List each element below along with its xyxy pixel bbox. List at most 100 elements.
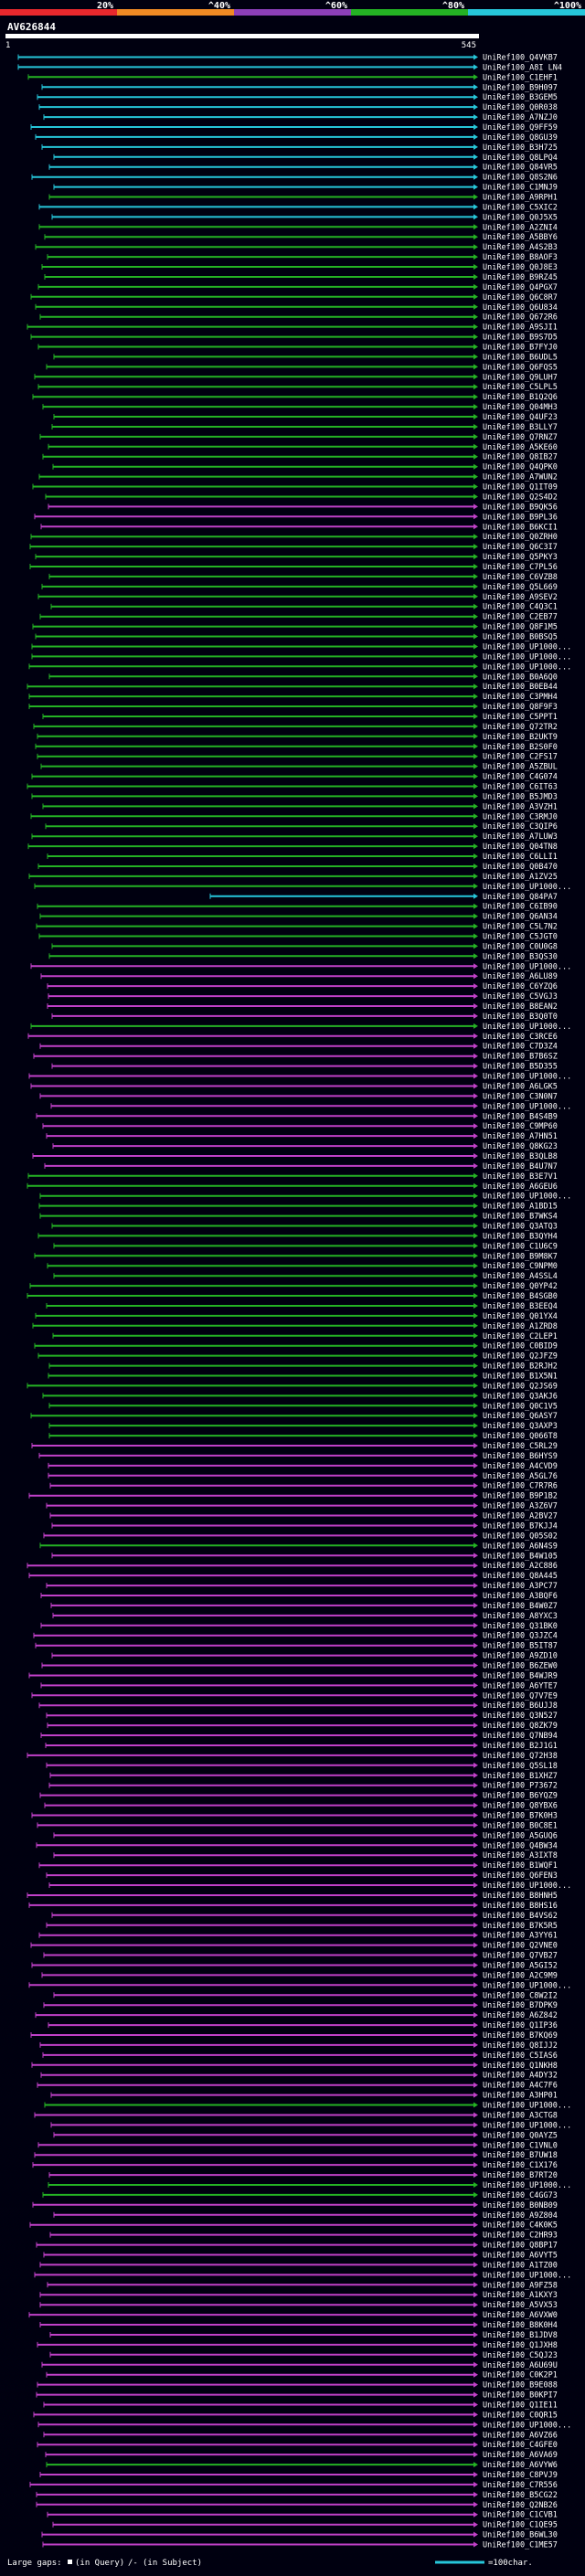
- hit-label[interactable]: UniRef100_Q0C1V5: [483, 1402, 558, 1411]
- hit-label[interactable]: UniRef100_A6VZ66: [483, 2431, 558, 2440]
- hit-label[interactable]: UniRef100_B2J1G1: [483, 1742, 558, 1751]
- hit-label[interactable]: UniRef100_A7HN51: [483, 1132, 558, 1141]
- hit-label[interactable]: UniRef100_Q8YBX6: [483, 1802, 558, 1811]
- hit-label[interactable]: UniRef100_C1MNJ9: [483, 184, 558, 193]
- hit-label[interactable]: UniRef100_C4Q3C1: [483, 603, 558, 612]
- hit-label[interactable]: UniRef100_B0EB44: [483, 683, 558, 692]
- hit-label[interactable]: UniRef100_C2EB77: [483, 613, 558, 622]
- hit-label[interactable]: UniRef100_A7WUN2: [483, 473, 558, 482]
- hit-label[interactable]: UniRef100_C1VNL0: [483, 2141, 558, 2150]
- hit-label[interactable]: UniRef100_Q9LUH7: [483, 373, 558, 382]
- hit-label[interactable]: UniRef100_A1BD15: [483, 1203, 558, 1212]
- hit-label[interactable]: UniRef100_B7RT20: [483, 2171, 558, 2180]
- hit-label[interactable]: UniRef100_A6VYT5: [483, 2252, 558, 2261]
- hit-label[interactable]: UniRef100_Q04TN8: [483, 843, 558, 852]
- hit-label[interactable]: UniRef100_A8I LN4: [483, 63, 562, 72]
- hit-label[interactable]: UniRef100_Q7V7E9: [483, 1691, 558, 1701]
- hit-label[interactable]: UniRef100_UP1000...: [483, 652, 571, 662]
- hit-label[interactable]: UniRef100_A5GL76: [483, 1472, 558, 1481]
- hit-label[interactable]: UniRef100_Q2JFZ9: [483, 1352, 558, 1362]
- hit-label[interactable]: UniRef100_C6IT63: [483, 783, 558, 792]
- hit-label[interactable]: UniRef100_B3Q0T0: [483, 1012, 558, 1022]
- hit-label[interactable]: UniRef100_B5IT87: [483, 1642, 558, 1651]
- hit-label[interactable]: UniRef100_C4GFE0: [483, 2441, 558, 2450]
- hit-label[interactable]: UniRef100_B1JDV8: [483, 2331, 558, 2340]
- hit-label[interactable]: UniRef100_Q3AKJ6: [483, 1392, 558, 1401]
- hit-label[interactable]: UniRef100_B4W105: [483, 1552, 558, 1561]
- hit-label[interactable]: UniRef100_Q4BW34: [483, 1841, 558, 1850]
- hit-label[interactable]: UniRef100_A4CVD9: [483, 1462, 558, 1471]
- hit-label[interactable]: UniRef100_B7KJJ4: [483, 1522, 558, 1532]
- hit-label[interactable]: UniRef100_A6N4S9: [483, 1542, 558, 1551]
- hit-label[interactable]: UniRef100_C0K2P1: [483, 2371, 558, 2380]
- hit-label[interactable]: UniRef100_Q3JZC4: [483, 1632, 558, 1641]
- hit-label[interactable]: UniRef100_Q8F9F3: [483, 703, 558, 712]
- hit-label[interactable]: UniRef100_Q672R6: [483, 313, 558, 323]
- hit-label[interactable]: UniRef100_Q8F1M5: [483, 623, 558, 632]
- hit-label[interactable]: UniRef100_A2ZNI4: [483, 223, 558, 232]
- hit-label[interactable]: UniRef100_B4S4B9: [483, 1112, 558, 1121]
- hit-label[interactable]: UniRef100_B3E7V1: [483, 1172, 558, 1182]
- hit-label[interactable]: UniRef100_Q8BP17: [483, 2242, 558, 2251]
- hit-label[interactable]: UniRef100_Q8S2N6: [483, 174, 558, 183]
- hit-label[interactable]: UniRef100_C5RL29: [483, 1442, 558, 1451]
- hit-label[interactable]: UniRef100_Q0AYZ5: [483, 2131, 558, 2140]
- hit-label[interactable]: UniRef100_A5VX53: [483, 2301, 558, 2310]
- hit-label[interactable]: UniRef100_Q0YP42: [483, 1282, 558, 1291]
- hit-label[interactable]: UniRef100_B7K0H3: [483, 1812, 558, 1821]
- hit-label[interactable]: UniRef100_Q0J5X5: [483, 213, 558, 222]
- hit-label[interactable]: UniRef100_Q4PGX7: [483, 283, 558, 292]
- hit-label[interactable]: UniRef100_Q1NKH8: [483, 2062, 558, 2071]
- hit-label[interactable]: UniRef100_B0KPI7: [483, 2391, 558, 2401]
- hit-label[interactable]: UniRef100_Q01YX4: [483, 1312, 558, 1321]
- hit-label[interactable]: UniRef100_A3BQF6: [483, 1592, 558, 1601]
- hit-label[interactable]: UniRef100_C5JGT0: [483, 933, 558, 942]
- hit-label[interactable]: UniRef100_A3PC77: [483, 1582, 558, 1591]
- hit-label[interactable]: UniRef100_B9P1B2: [483, 1492, 558, 1501]
- hit-label[interactable]: UniRef100_C6YZQ6: [483, 982, 558, 991]
- hit-label[interactable]: UniRef100_B0BSQ5: [483, 633, 558, 642]
- hit-label[interactable]: UniRef100_A9ZD10: [483, 1652, 558, 1661]
- hit-label[interactable]: UniRef100_B9E088: [483, 2381, 558, 2390]
- hit-label[interactable]: UniRef100_Q1IT09: [483, 483, 558, 493]
- hit-label[interactable]: UniRef100_Q6FEN3: [483, 1871, 558, 1881]
- hit-label[interactable]: UniRef100_UP1000...: [483, 2121, 571, 2130]
- hit-label[interactable]: UniRef100_C1X176: [483, 2161, 558, 2170]
- hit-label[interactable]: UniRef100_Q7RNZ7: [483, 433, 558, 442]
- hit-label[interactable]: UniRef100_B3QS30: [483, 952, 558, 961]
- hit-label[interactable]: UniRef100_B4U7N7: [483, 1162, 558, 1171]
- hit-label[interactable]: UniRef100_Q84PA7: [483, 893, 558, 902]
- hit-label[interactable]: UniRef100_Q0R038: [483, 103, 558, 112]
- hit-label[interactable]: UniRef100_Q4UF23: [483, 413, 558, 422]
- hit-label[interactable]: UniRef100_Q31BK0: [483, 1622, 558, 1631]
- hit-label[interactable]: UniRef100_B8HS16: [483, 1902, 558, 1911]
- hit-label[interactable]: UniRef100_A4SSL4: [483, 1272, 558, 1281]
- hit-label[interactable]: UniRef100_A6GEU6: [483, 1182, 558, 1192]
- hit-label[interactable]: UniRef100_C7R7R6: [483, 1482, 558, 1491]
- hit-label[interactable]: UniRef100_UP1000...: [483, 663, 571, 672]
- hit-label[interactable]: UniRef100_C9MP60: [483, 1122, 558, 1131]
- hit-label[interactable]: UniRef100_B8HNH5: [483, 1892, 558, 1901]
- hit-label[interactable]: UniRef100_A9SJI1: [483, 323, 558, 333]
- hit-label[interactable]: UniRef100_A2C9M9: [483, 1971, 558, 1980]
- hit-label[interactable]: UniRef100_C1ME57: [483, 2541, 558, 2550]
- hit-label[interactable]: UniRef100_C5L7N2: [483, 923, 558, 932]
- hit-label[interactable]: UniRef100_Q05S02: [483, 1532, 558, 1541]
- hit-label[interactable]: UniRef100_B7K5R5: [483, 1922, 558, 1931]
- hit-label[interactable]: UniRef100_B6YQZ9: [483, 1792, 558, 1801]
- hit-label[interactable]: UniRef100_B1XHZ7: [483, 1772, 558, 1781]
- hit-label[interactable]: UniRef100_UP1000...: [483, 2102, 571, 2111]
- hit-label[interactable]: UniRef100_C1U6C9: [483, 1242, 558, 1251]
- hit-label[interactable]: UniRef100_Q2JS69: [483, 1382, 558, 1391]
- hit-label[interactable]: UniRef100_A3HP01: [483, 2092, 558, 2101]
- hit-label[interactable]: UniRef100_Q8A445: [483, 1572, 558, 1581]
- hit-label[interactable]: UniRef100_A3IXT8: [483, 1851, 558, 1860]
- hit-label[interactable]: UniRef100_A2C886: [483, 1562, 558, 1571]
- hit-label[interactable]: UniRef100_A1TZ00: [483, 2261, 558, 2270]
- hit-label[interactable]: UniRef100_C8W2I2: [483, 1991, 558, 2000]
- hit-label[interactable]: UniRef100_Q84VR5: [483, 164, 558, 173]
- hit-label[interactable]: UniRef100_Q6FQS5: [483, 363, 558, 372]
- hit-label[interactable]: UniRef100_B5D355: [483, 1063, 558, 1072]
- hit-label[interactable]: UniRef100_A3CTG8: [483, 2112, 558, 2121]
- hit-label[interactable]: UniRef100_Q0ZRH0: [483, 533, 558, 542]
